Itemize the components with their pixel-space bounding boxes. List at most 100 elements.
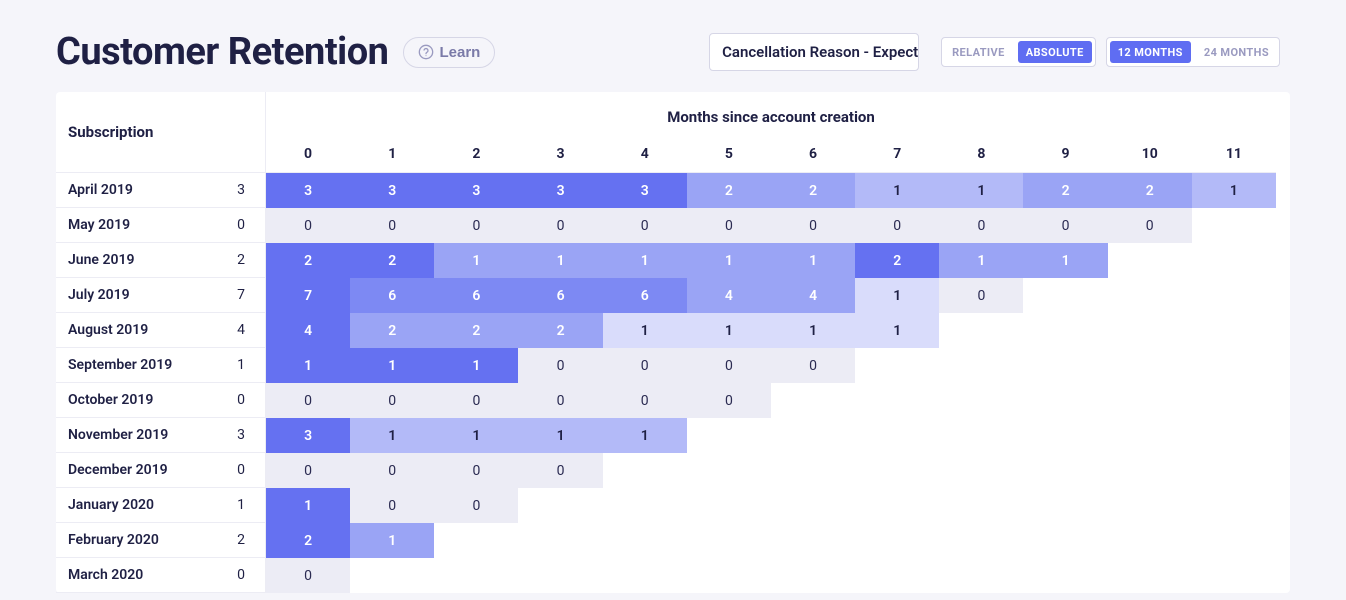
row-label: November 20193 bbox=[56, 418, 266, 453]
cohort-cell bbox=[939, 488, 1023, 523]
cohort-cell bbox=[1192, 418, 1276, 453]
cohort-cell bbox=[350, 558, 434, 593]
cohort-cell: 0 bbox=[855, 208, 939, 243]
cohort-cell bbox=[1023, 278, 1107, 313]
cohort-cell bbox=[771, 383, 855, 418]
cohort-cell: 0 bbox=[603, 348, 687, 383]
row-label: October 20190 bbox=[56, 383, 266, 418]
cohort-cell bbox=[1192, 243, 1276, 278]
cohort-cell: 2 bbox=[1023, 173, 1107, 208]
col-header: 2 bbox=[434, 136, 518, 173]
cohort-cell: 1 bbox=[350, 523, 434, 558]
cohort-cell: 0 bbox=[518, 208, 602, 243]
row-label: January 20201 bbox=[56, 488, 266, 523]
cohort-cell: 0 bbox=[1023, 208, 1107, 243]
cohort-cell: 0 bbox=[771, 348, 855, 383]
cohort-cell bbox=[1192, 383, 1276, 418]
cohort-cell: 0 bbox=[350, 488, 434, 523]
cohort-cell: 0 bbox=[939, 278, 1023, 313]
cohort-cell: 0 bbox=[603, 208, 687, 243]
cohort-cell bbox=[1192, 488, 1276, 523]
cohort-cell bbox=[1023, 488, 1107, 523]
cohort-month: June 2019 bbox=[68, 252, 217, 268]
cohort-cell bbox=[939, 383, 1023, 418]
cohort-cell bbox=[687, 418, 771, 453]
cohort-cell: 0 bbox=[771, 208, 855, 243]
cohort-cell: 1 bbox=[1192, 173, 1276, 208]
cohort-size: 0 bbox=[217, 217, 265, 233]
cohort-cell: 1 bbox=[855, 313, 939, 348]
cohort-cell: 2 bbox=[350, 243, 434, 278]
cohort-cell: 0 bbox=[350, 383, 434, 418]
cohort-cell: 2 bbox=[771, 173, 855, 208]
cohort-size: 7 bbox=[217, 287, 265, 303]
cohort-cell: 6 bbox=[603, 278, 687, 313]
cohort-cell: 6 bbox=[350, 278, 434, 313]
col-header: 1 bbox=[350, 136, 434, 173]
cohort-cell: 2 bbox=[350, 313, 434, 348]
cohort-cell: 1 bbox=[603, 313, 687, 348]
toggle-24months[interactable]: 24 MONTHS bbox=[1194, 38, 1279, 66]
cohort-cell bbox=[939, 523, 1023, 558]
col-header: 3 bbox=[518, 136, 602, 173]
cohort-month: September 2019 bbox=[68, 357, 217, 373]
cohort-cell bbox=[855, 523, 939, 558]
cohort-cell bbox=[603, 488, 687, 523]
cohort-cell: 2 bbox=[687, 173, 771, 208]
learn-button[interactable]: Learn bbox=[403, 37, 496, 68]
range-toggle-group: 12 MONTHS 24 MONTHS bbox=[1106, 37, 1280, 67]
cohort-cell: 1 bbox=[350, 348, 434, 383]
cohort-cell: 1 bbox=[350, 418, 434, 453]
cohort-cell bbox=[603, 523, 687, 558]
col-header: 8 bbox=[939, 136, 1023, 173]
cohort-size: 2 bbox=[217, 252, 265, 268]
cohort-cell: 1 bbox=[855, 173, 939, 208]
cohort-cell: 1 bbox=[771, 313, 855, 348]
cohort-cell: 0 bbox=[603, 383, 687, 418]
cohort-cell: 2 bbox=[266, 523, 350, 558]
cohort-month: February 2020 bbox=[68, 532, 217, 548]
cohort-cell: 1 bbox=[266, 348, 350, 383]
cohort-cell bbox=[939, 558, 1023, 593]
months-since-label: Months since account creation bbox=[266, 92, 1276, 136]
cohort-size: 0 bbox=[217, 567, 265, 583]
filter-select[interactable]: Cancellation Reason - Expecta bbox=[709, 33, 919, 71]
cohort-cell bbox=[518, 488, 602, 523]
toggle-relative[interactable]: RELATIVE bbox=[942, 38, 1015, 66]
row-label: April 20193 bbox=[56, 173, 266, 208]
cohort-cell bbox=[855, 418, 939, 453]
cohort-cell bbox=[687, 488, 771, 523]
cohort-cell bbox=[939, 348, 1023, 383]
cohort-cell bbox=[855, 383, 939, 418]
row-label: September 20191 bbox=[56, 348, 266, 383]
row-label: February 20202 bbox=[56, 523, 266, 558]
cohort-cell bbox=[1192, 558, 1276, 593]
row-label: May 20190 bbox=[56, 208, 266, 243]
cohort-cell bbox=[771, 418, 855, 453]
cohort-cell: 7 bbox=[266, 278, 350, 313]
cohort-cell bbox=[1108, 488, 1192, 523]
toggle-absolute[interactable]: ABSOLUTE bbox=[1018, 41, 1092, 63]
cohort-cell bbox=[939, 313, 1023, 348]
cohort-cell: 1 bbox=[939, 173, 1023, 208]
cohort-cell bbox=[1192, 278, 1276, 313]
learn-label: Learn bbox=[440, 44, 481, 61]
cohort-cell bbox=[1192, 523, 1276, 558]
cohort-cell: 1 bbox=[434, 348, 518, 383]
cohort-cell: 2 bbox=[1108, 173, 1192, 208]
cohort-cell: 0 bbox=[518, 453, 602, 488]
cohort-month: November 2019 bbox=[68, 427, 217, 443]
cohort-cell: 0 bbox=[266, 453, 350, 488]
cohort-cell: 1 bbox=[518, 418, 602, 453]
toggle-12months[interactable]: 12 MONTHS bbox=[1110, 41, 1191, 63]
cohort-cell bbox=[687, 558, 771, 593]
row-label: June 20192 bbox=[56, 243, 266, 278]
cohort-cell: 1 bbox=[434, 418, 518, 453]
cohort-cell: 0 bbox=[434, 488, 518, 523]
cohort-cell bbox=[518, 523, 602, 558]
cohort-month: March 2020 bbox=[68, 567, 217, 583]
cohort-cell bbox=[1108, 453, 1192, 488]
cohort-cell: 0 bbox=[266, 383, 350, 418]
cohort-cell bbox=[434, 523, 518, 558]
cohort-month: October 2019 bbox=[68, 392, 217, 408]
